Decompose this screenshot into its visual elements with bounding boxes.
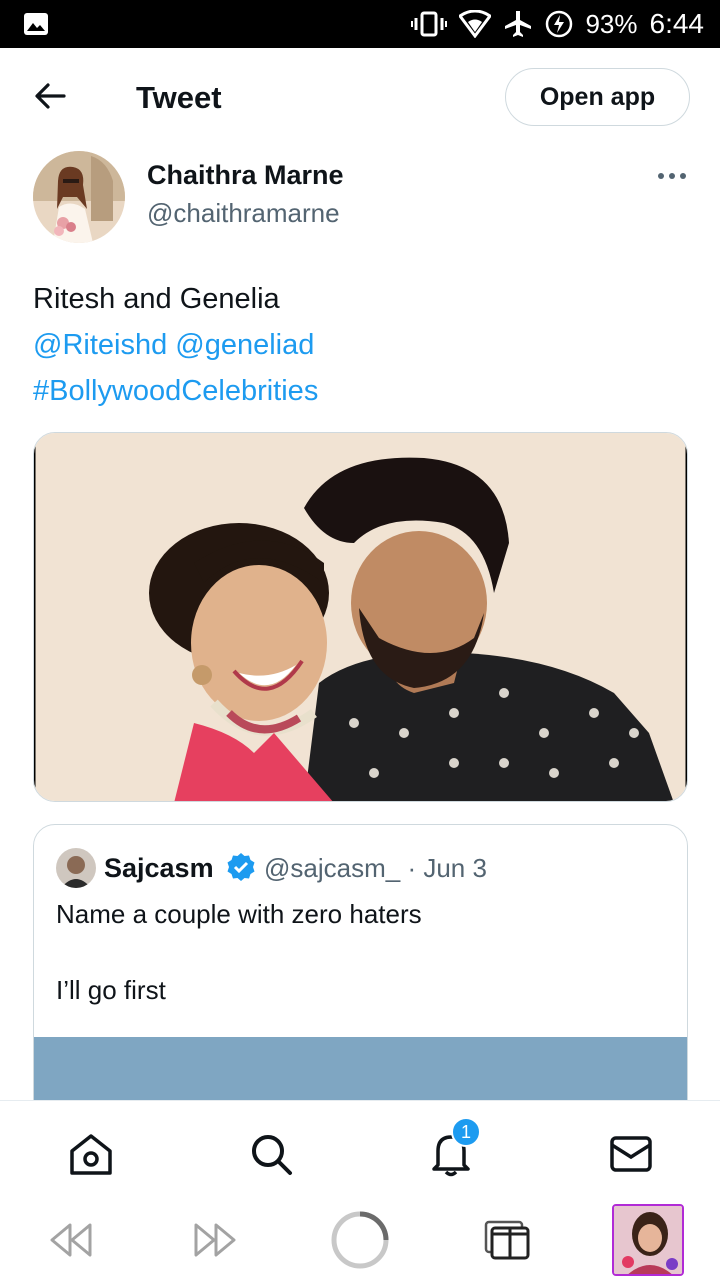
- quoted-tweet[interactable]: Sajcasm @sajcasm_ · Jun 3 Name a couple …: [33, 824, 688, 1124]
- mention-link[interactable]: @geneliad: [175, 329, 314, 361]
- vibrate-icon: [411, 10, 448, 38]
- quote-text-line: I’ll go first: [56, 975, 166, 1005]
- author-name[interactable]: Chaithra Marne: [147, 160, 344, 191]
- gallery-notification-icon: [22, 10, 50, 38]
- author-handle[interactable]: @chaithramarne: [147, 198, 340, 229]
- mention-link[interactable]: @Riteishd: [33, 329, 167, 361]
- quote-author-avatar: [56, 848, 96, 888]
- tweet-text: Ritesh and Genelia @Riteishd @geneliad #…: [33, 276, 683, 414]
- loading-spinner-icon: [331, 1211, 389, 1269]
- tweet-mentions: @Riteishd @geneliad: [33, 322, 683, 368]
- tweet-text-line: Ritesh and Genelia: [33, 283, 280, 315]
- battery-charging-icon: [545, 10, 573, 38]
- more-horizontal-icon: [658, 173, 686, 179]
- page-title: Tweet: [136, 80, 222, 115]
- profile-thumbnail[interactable]: [612, 1204, 684, 1276]
- arrow-left-icon: [35, 83, 66, 109]
- author-avatar[interactable]: [33, 151, 125, 243]
- quote-author-handle: @sajcasm_: [264, 853, 401, 883]
- battery-percentage: 93%: [585, 8, 638, 39]
- airplane-mode-icon: [503, 9, 533, 39]
- tweet-author: Chaithra Marne @chaithramarne: [0, 146, 720, 256]
- tweet-photo[interactable]: [33, 432, 688, 802]
- quote-author-name: Sajcasm: [104, 853, 214, 883]
- hashtag-link[interactable]: #BollywoodCelebrities: [33, 375, 318, 407]
- home-icon: [70, 1134, 112, 1175]
- status-bar: 93% 6:44: [0, 0, 720, 48]
- quote-text: Name a couple with zero haters I’ll go f…: [56, 895, 422, 1009]
- tabs-icon: [484, 1220, 530, 1260]
- verified-badge-icon: [226, 852, 256, 882]
- browser-loading-indicator[interactable]: [330, 1210, 390, 1270]
- nav-home[interactable]: [66, 1129, 116, 1179]
- mail-icon: [610, 1136, 652, 1172]
- browser-toolbar: [0, 1200, 720, 1280]
- top-bar: Tweet Open app: [0, 48, 720, 146]
- rewind-icon: [50, 1223, 92, 1257]
- quote-meta: @sajcasm_ · Jun 3: [264, 853, 487, 884]
- back-button[interactable]: [30, 76, 70, 116]
- clock-time: 6:44: [649, 8, 705, 39]
- browser-forward-button[interactable]: [186, 1210, 246, 1270]
- quote-date: · Jun 3: [407, 853, 487, 883]
- wifi-icon: [459, 10, 492, 38]
- nav-messages[interactable]: [606, 1129, 656, 1179]
- more-options-button[interactable]: [652, 164, 692, 188]
- fast-forward-icon: [194, 1223, 236, 1257]
- browser-back-button[interactable]: [40, 1210, 100, 1270]
- search-icon: [252, 1135, 292, 1175]
- open-app-button[interactable]: Open app: [505, 68, 690, 126]
- browser-tabs-button[interactable]: [476, 1210, 536, 1270]
- quote-text-line: Name a couple with zero haters: [56, 899, 422, 929]
- notifications-badge: 1: [451, 1117, 481, 1147]
- nav-search[interactable]: [246, 1129, 296, 1179]
- bottom-navigation: 1: [0, 1100, 720, 1200]
